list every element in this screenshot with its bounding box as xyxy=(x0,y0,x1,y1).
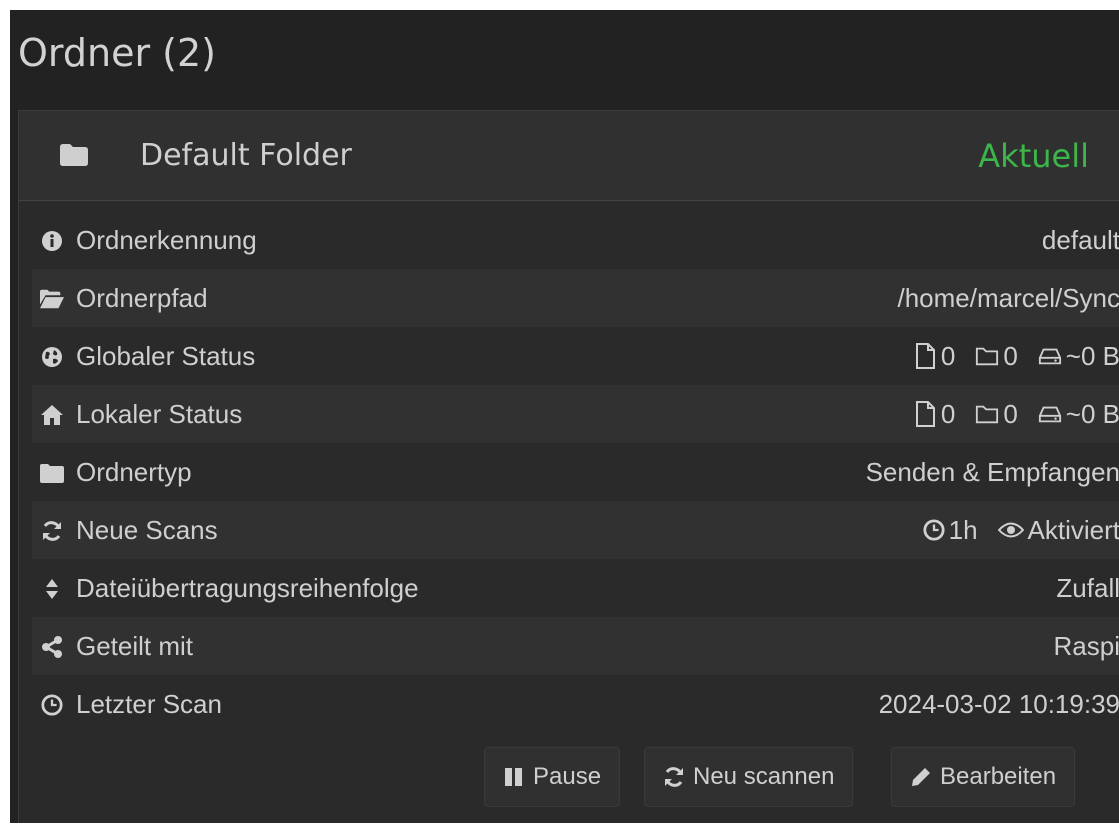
global-files-count: 0 xyxy=(940,341,956,371)
local-files-count: 0 xyxy=(940,399,956,429)
info-circle-icon xyxy=(40,229,64,253)
refresh-icon xyxy=(665,767,683,787)
folder-open-icon xyxy=(40,287,64,311)
folder-icon xyxy=(60,144,88,166)
sort-icon xyxy=(40,577,64,601)
row-value: Raspi xyxy=(1053,631,1119,661)
row-label: Globaler Status xyxy=(76,341,256,371)
clock-icon xyxy=(923,519,945,541)
folder-panel: Default Folder Aktuell Ordnerkennung def… xyxy=(18,110,1119,823)
pause-button[interactable]: Pause xyxy=(484,747,621,807)
row-label: Ordnerpfad xyxy=(76,283,208,313)
row-shared-with: Geteilt mit Raspi xyxy=(32,617,1119,675)
local-dirs-count: 0 xyxy=(1003,399,1018,429)
row-global-status: Globaler Status 0 0 ~0 B xyxy=(32,327,1119,385)
rescan-values: 1h Aktiviert xyxy=(909,515,1119,545)
hdd-icon xyxy=(1038,348,1061,365)
file-icon xyxy=(915,401,935,427)
row-folder-path: Ordnerpfad /home/marcel/Sync xyxy=(32,269,1119,327)
hdd-icon xyxy=(1038,406,1061,423)
clock-icon xyxy=(40,693,64,717)
row-folder-id: Ordnerkennung default xyxy=(32,211,1119,269)
folder-name: Default Folder xyxy=(140,138,352,173)
file-icon xyxy=(915,343,935,369)
global-status-values: 0 0 ~0 B xyxy=(899,341,1119,371)
row-label: Letzter Scan xyxy=(76,689,222,719)
row-local-status: Lokaler Status 0 0 ~0 B xyxy=(32,385,1119,443)
pause-label: Pause xyxy=(533,763,602,790)
row-rescans: Neue Scans 1h Aktiviert xyxy=(32,501,1119,559)
folder-details: Ordnerkennung default Ordnerpfad /home/m… xyxy=(32,211,1119,733)
pencil-icon xyxy=(912,768,930,786)
folder-status: Aktuell xyxy=(978,137,1089,175)
row-value: default xyxy=(1041,225,1119,255)
row-folder-type: Ordnertyp Senden & Empfangen xyxy=(32,443,1119,501)
globe-icon xyxy=(40,345,64,369)
local-size: ~0 B xyxy=(1065,399,1119,429)
share-icon xyxy=(40,635,64,659)
row-label: Ordnertyp xyxy=(76,457,192,487)
row-value: Senden & Empfangen xyxy=(865,457,1119,487)
rescan-label: Neu scannen xyxy=(693,763,835,790)
rescan-button[interactable]: Neu scannen xyxy=(644,747,854,807)
folder-icon xyxy=(40,461,64,485)
edit-label: Bearbeiten xyxy=(940,763,1057,790)
row-label: Neue Scans xyxy=(76,515,218,545)
folder-panel-header[interactable]: Default Folder Aktuell xyxy=(19,111,1119,201)
row-label: Dateiübertragungsreihenfolge xyxy=(76,573,419,603)
row-label: Geteilt mit xyxy=(76,631,194,661)
global-dirs-count: 0 xyxy=(1003,341,1018,371)
row-label: Lokaler Status xyxy=(76,399,243,429)
row-value: /home/marcel/Sync xyxy=(897,283,1119,313)
row-last-scan: Letzter Scan 2024-03-02 10:19:39 xyxy=(32,675,1119,733)
pause-icon xyxy=(505,768,522,786)
folder-outline-icon xyxy=(976,347,999,366)
refresh-icon xyxy=(40,519,64,543)
folder-outline-icon xyxy=(976,405,999,424)
home-icon xyxy=(40,403,64,427)
eye-icon xyxy=(997,522,1024,538)
row-pull-order: Dateiübertragungsreihenfolge Zufall xyxy=(32,559,1119,617)
row-value: 2024-03-02 10:19:39 xyxy=(878,689,1119,719)
row-value: Zufall xyxy=(1056,573,1119,603)
watcher-status: Aktiviert xyxy=(1027,515,1119,545)
global-size: ~0 B xyxy=(1065,341,1119,371)
page-title: Ordner (2) xyxy=(18,31,216,75)
folder-actions: Pause Neu scannen Bearbeiten xyxy=(19,733,1119,824)
local-status-values: 0 0 ~0 B xyxy=(899,399,1119,429)
rescan-interval: 1h xyxy=(948,515,978,545)
edit-button[interactable]: Bearbeiten xyxy=(891,747,1076,807)
folders-section: Ordner (2) Default Folder Aktuell Ordner… xyxy=(10,10,1119,823)
row-label: Ordnerkennung xyxy=(76,225,257,255)
